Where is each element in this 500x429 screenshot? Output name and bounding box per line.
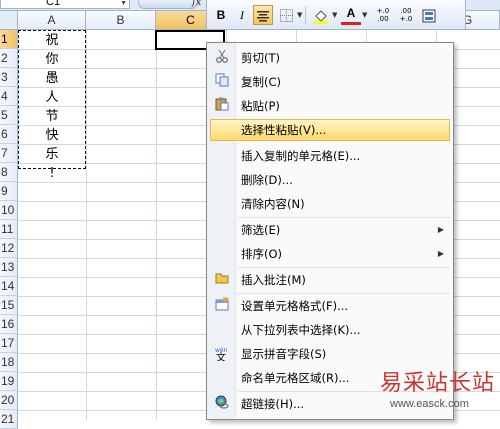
comment-icon [212,271,232,289]
menu-separator [238,293,450,294]
gridline [86,30,87,420]
menu-item-label: 清除内容(N) [241,197,305,211]
menu-item-label: 插入批注(M) [241,273,306,287]
fill-color-button[interactable] [311,5,331,25]
borders-button[interactable] [276,5,296,25]
chevron-down-icon[interactable]: ▼ [120,0,127,9]
menu-item-pick-from-list[interactable]: 从下拉列表中选择(K)... [210,319,450,341]
column-header-b[interactable]: B [86,11,156,30]
menu-item-clear-contents[interactable]: 清除内容(N) [210,193,450,215]
row-header-5[interactable]: 5 [0,106,18,125]
select-all-corner[interactable] [0,11,18,30]
row-header-20[interactable]: 20 [0,391,18,410]
watermark-title: 易采站长站 [380,371,496,396]
fx-label: fx [192,0,202,8]
row-header-16[interactable]: 16 [0,315,18,334]
menu-item-label: 从下拉列表中选择(K)... [241,323,361,337]
row-header-14[interactable]: 14 [0,277,18,296]
menu-item-label: 显示拼音字段(S) [241,347,327,361]
format-painter-icon [422,9,436,22]
menu-item-label: 复制(C) [241,75,282,89]
paste-icon [212,97,232,115]
menu-separator [238,217,450,218]
gridline [156,30,157,420]
chevron-down-icon[interactable]: ▼ [332,11,337,19]
row-header-1[interactable]: 1 [0,30,18,49]
menu-item-label: 选择性粘贴(V)... [241,123,327,137]
bold-button[interactable]: B [211,5,231,25]
scissors-icon [212,49,232,67]
menu-item-cut[interactable]: 剪切(T) [210,47,450,69]
menu-item-filter[interactable]: 筛选(E) ▶ [210,219,450,241]
copy-icon [212,73,232,91]
hyperlink-icon [212,395,232,413]
menu-item-label: 插入复制的单元格(E)... [241,149,361,163]
row-header-8[interactable]: 8 [0,163,18,182]
row-header-7[interactable]: 7 [0,144,18,163]
borders-icon [279,9,293,22]
format-painter-button[interactable] [419,5,439,25]
increase-decimal-button[interactable]: +.0 .00 [373,5,393,25]
row-header-9[interactable]: 9 [0,182,18,201]
row-header-17[interactable]: 17 [0,334,18,353]
phonetic-icon: wén 文 [212,345,232,364]
submenu-arrow-icon: ▶ [437,249,444,258]
name-box[interactable]: C1 ▼ [0,0,130,9]
align-center-button[interactable] [253,5,273,25]
toolbar-separator [305,6,306,24]
menu-item-label: 设置单元格格式(F)... [241,299,349,313]
menu-item-format-cells[interactable]: 设置单元格格式(F)... [210,295,450,317]
copy-marquee [18,30,86,169]
menu-item-paste-special[interactable]: 选择性粘贴(V)... [210,119,450,141]
menu-item-label: 粘贴(P) [241,99,280,113]
menu-item-label: 排序(O) [241,247,283,261]
decrease-decimal-button[interactable]: .00 +.0 [396,5,416,25]
name-box-value: C1 [46,0,61,8]
menu-item-label: 剪切(T) [241,51,280,65]
menu-item-delete[interactable]: 删除(D)... [210,169,450,191]
format-cells-icon [212,297,232,315]
fill-color-icon [314,9,328,24]
row-header-4[interactable]: 4 [0,87,18,106]
row-header-10[interactable]: 10 [0,201,18,220]
row-header-12[interactable]: 12 [0,239,18,258]
chevron-down-icon[interactable]: ▼ [362,11,367,19]
font-color-button[interactable]: A [341,5,361,25]
submenu-arrow-icon: ▶ [437,225,444,234]
menu-item-label: 筛选(E) [241,223,281,237]
row-header-13[interactable]: 13 [0,258,18,277]
menu-item-label: 删除(D)... [241,173,293,187]
menu-separator [238,267,450,268]
menu-item-label: 超链接(H)... [241,397,305,411]
column-header-a[interactable]: A [18,11,86,30]
menu-item-sort[interactable]: 排序(O) ▶ [210,243,450,265]
menu-item-label: 命名单元格区域(R)... [241,371,350,385]
chevron-down-icon[interactable]: ▼ [297,11,302,19]
menu-item-insert-comment[interactable]: 插入批注(M) [210,269,450,291]
align-center-icon [257,10,269,21]
watermark: 易采站长站 www.easck.com [360,360,500,420]
menu-item-insert-copied-cells[interactable]: 插入复制的单元格(E)... [210,145,450,167]
row-header-18[interactable]: 18 [0,353,18,372]
menu-item-copy[interactable]: 复制(C) [210,71,450,93]
row-header-19[interactable]: 19 [0,372,18,391]
italic-button[interactable]: I [232,5,252,25]
menu-item-paste[interactable]: 粘贴(P) [210,95,450,117]
row-header-2[interactable]: 2 [0,49,18,68]
function-wizard-button[interactable] [138,0,198,9]
svg-text:文: 文 [216,351,226,361]
row-header-6[interactable]: 6 [0,125,18,144]
mini-toolbar: B I ▼ ▼ A ▼ +.0 .00 .00 +.0 [206,0,466,30]
row-header-15[interactable]: 15 [0,296,18,315]
row-header-3[interactable]: 3 [0,68,18,87]
row-header-11[interactable]: 11 [0,220,18,239]
watermark-url: www.easck.com [390,398,469,410]
